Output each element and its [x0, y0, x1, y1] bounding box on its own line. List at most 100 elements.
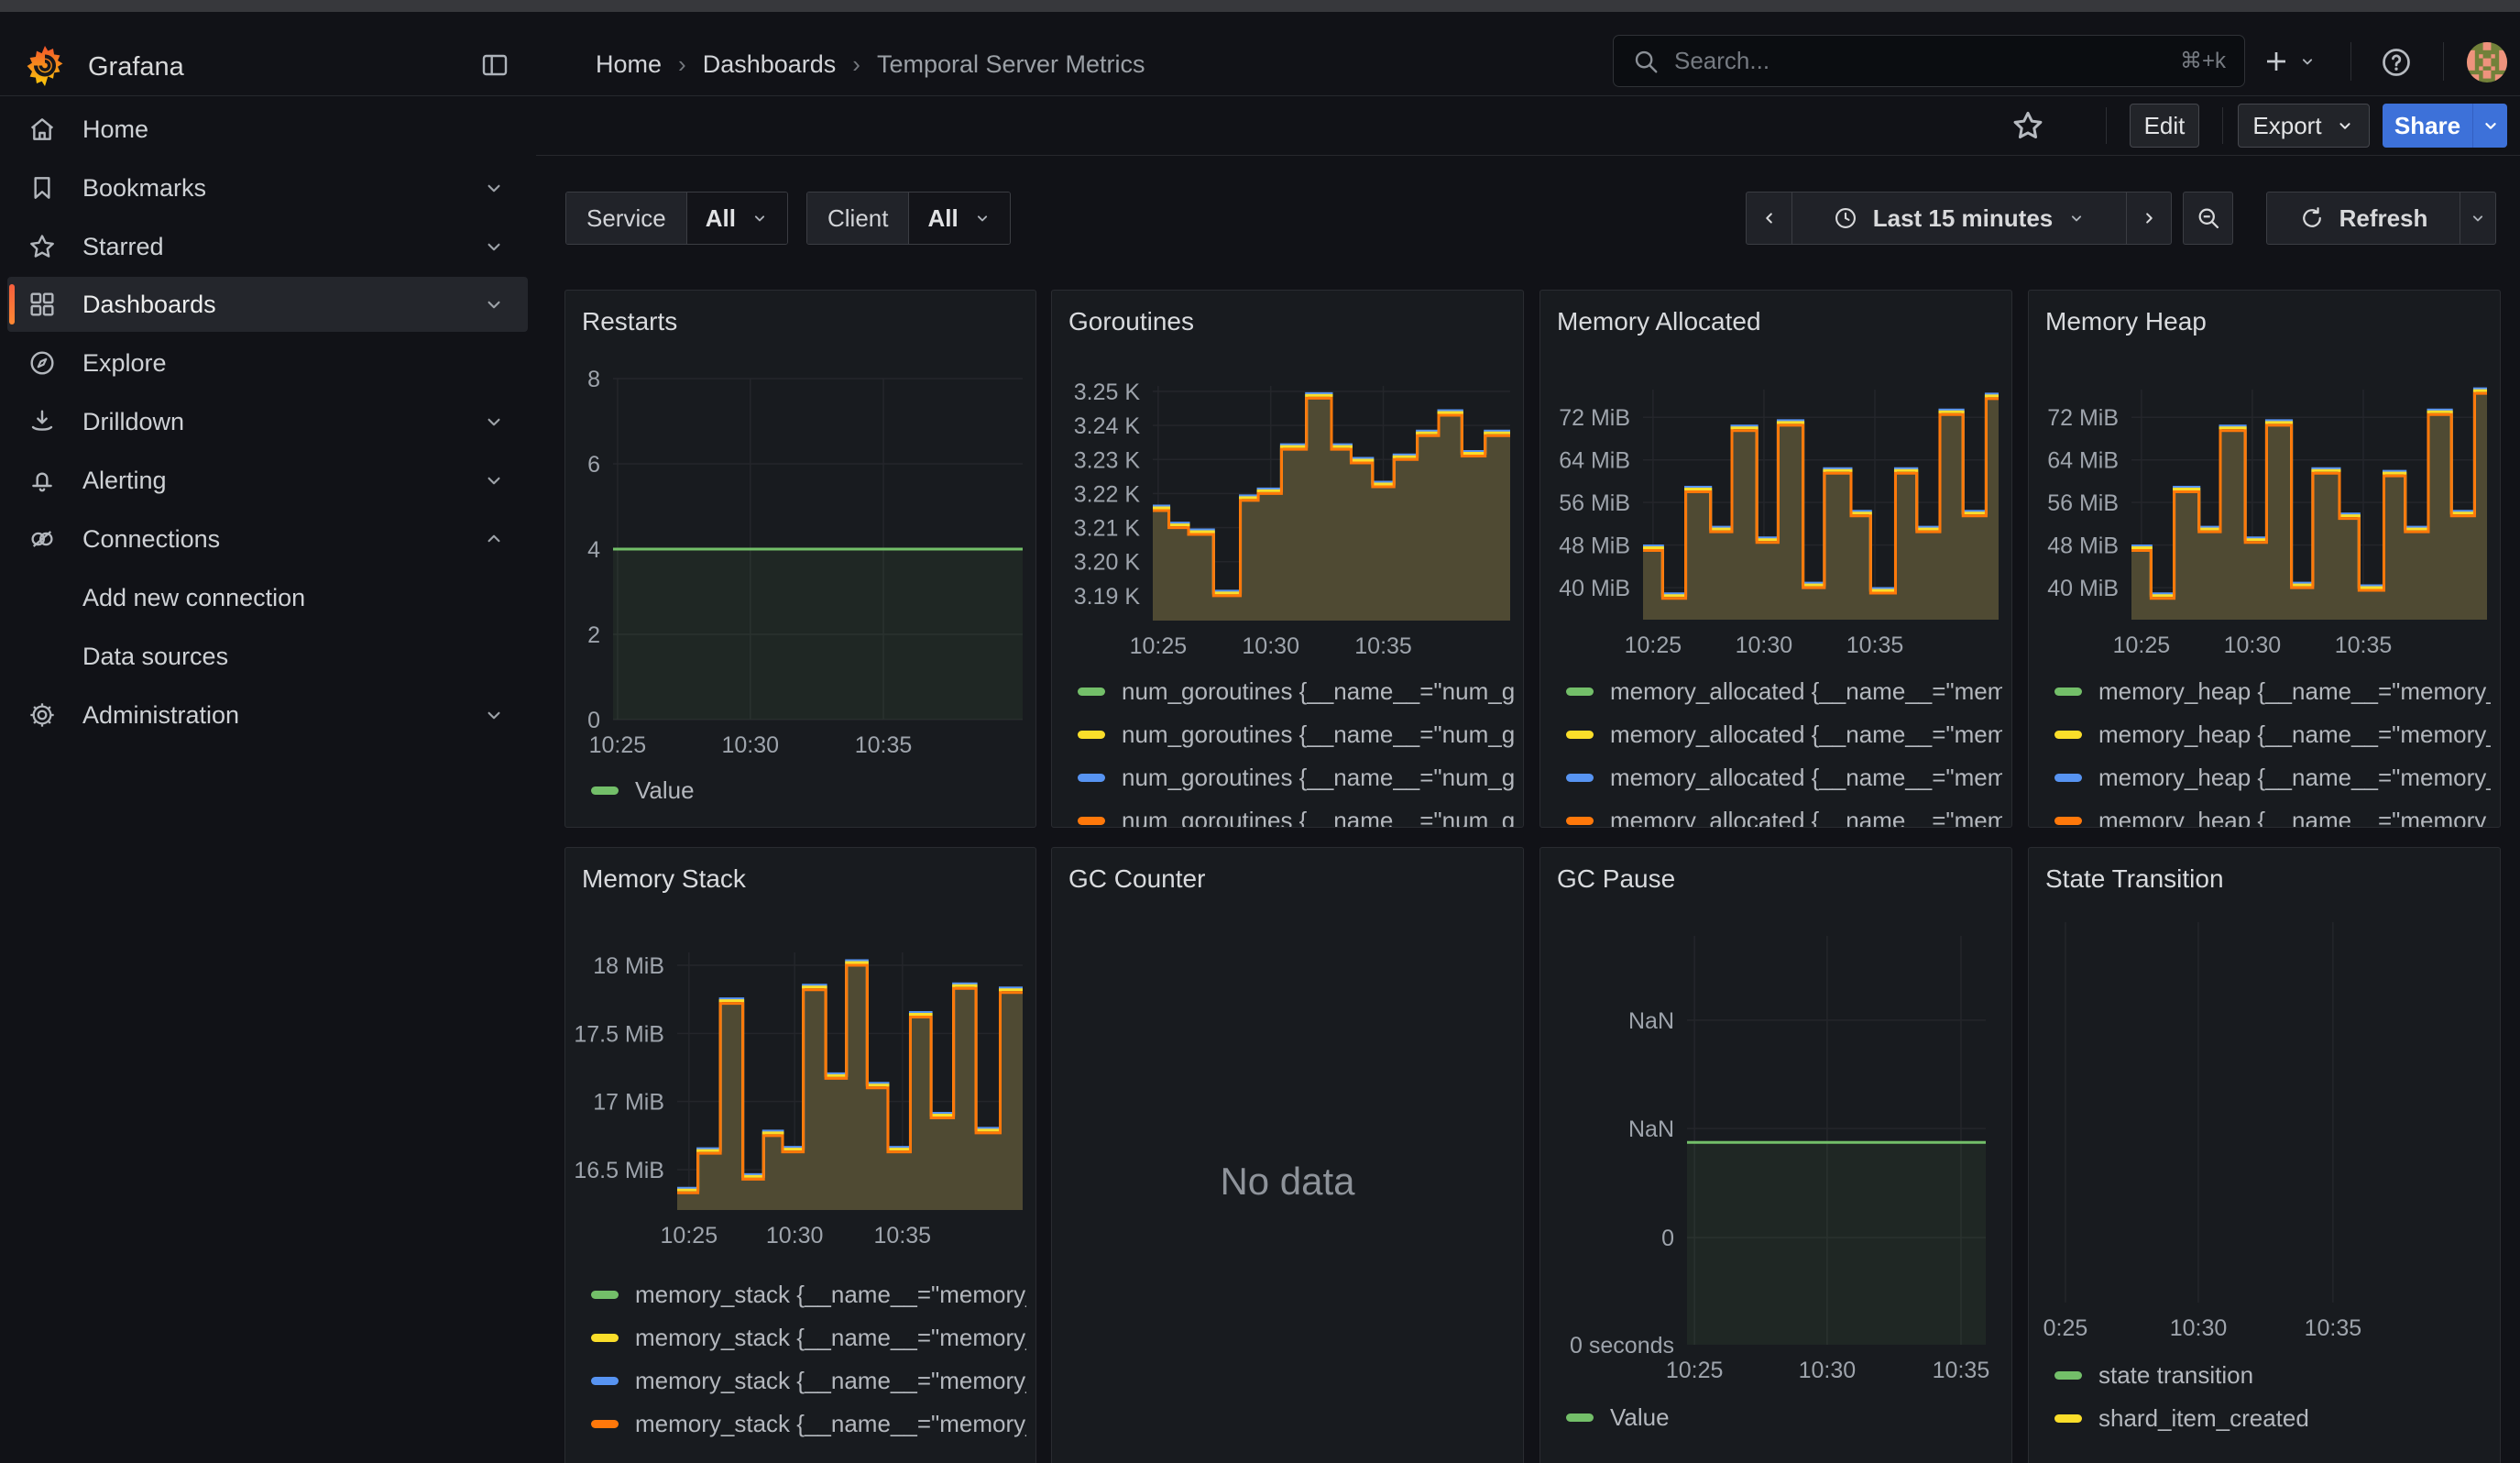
- share-button[interactable]: Share: [2383, 104, 2507, 148]
- chevron-down-icon[interactable]: [482, 292, 506, 316]
- search-input[interactable]: Search... ⌘+k: [1613, 35, 2245, 87]
- sidebar-item-add-new-connection[interactable]: Add new connection: [7, 570, 528, 625]
- sidebar-toggle-icon[interactable]: [478, 50, 511, 80]
- edit-button[interactable]: Edit: [2130, 104, 2199, 148]
- restarts-chart[interactable]: 8642010:2510:3010:35: [565, 291, 1036, 828]
- zoom-out-button[interactable]: [2183, 192, 2233, 245]
- svg-text:10:25: 10:25: [661, 1223, 718, 1248]
- sidebar-item-data-sources[interactable]: Data sources: [7, 629, 528, 684]
- service-filter-dropdown[interactable]: All: [687, 192, 787, 244]
- legend-label: num_goroutines {__name__="num_go: [1122, 720, 1514, 749]
- panel-title[interactable]: Memory Heap: [2045, 307, 2207, 336]
- sidebar-item-label: Data sources: [82, 643, 228, 671]
- legend-item[interactable]: memory_heap {__name__="memory_h: [2054, 670, 2491, 713]
- panel-goroutines: 3.25 K3.24 K3.23 K3.22 K3.21 K3.20 K3.19…: [1051, 290, 1524, 828]
- svg-text:10:25: 10:25: [2113, 632, 2171, 658]
- time-forward-button[interactable]: [2126, 192, 2172, 245]
- plus-icon: [2262, 47, 2291, 76]
- time-range-label: Last 15 minutes: [1873, 204, 2054, 233]
- svg-text:18 MiB: 18 MiB: [593, 953, 664, 979]
- grafana-logo-icon[interactable]: [24, 45, 66, 87]
- legend-item[interactable]: memory_stack {__name__="memory_s: [591, 1402, 1026, 1446]
- chevron-up-icon[interactable]: [482, 527, 506, 551]
- chevron-down-icon[interactable]: [482, 468, 506, 492]
- legend-item[interactable]: memory_stack {__name__="memory_s: [591, 1273, 1026, 1316]
- sidebar-item-drilldown[interactable]: Drilldown: [7, 394, 528, 449]
- panel-title[interactable]: GC Pause: [1557, 864, 1675, 894]
- chevron-down-icon[interactable]: [482, 410, 506, 434]
- add-menu-button[interactable]: [2262, 47, 2317, 76]
- legend-item[interactable]: memory_heap {__name__="memory_h: [2054, 756, 2491, 799]
- legend-item[interactable]: shard_item_created: [2054, 1397, 2491, 1440]
- sidebar-item-label: Drilldown: [82, 408, 184, 436]
- breadcrumb-dashboards[interactable]: Dashboards: [703, 50, 837, 79]
- chevron-down-icon[interactable]: [482, 235, 506, 258]
- legend-item[interactable]: memory_allocated {__name__="memo: [1566, 799, 2002, 828]
- sidebar-item-label: Connections: [82, 525, 220, 554]
- sidebar-item-starred[interactable]: Starred: [7, 219, 528, 274]
- legend-item[interactable]: memory_allocated {__name__="memo: [1566, 670, 2002, 713]
- svg-text:3.22 K: 3.22 K: [1074, 481, 1141, 507]
- no-data-message: No data: [1052, 1160, 1523, 1204]
- panel-title[interactable]: GC Counter: [1068, 864, 1205, 894]
- favorite-star-icon[interactable]: [2011, 108, 2045, 143]
- legend-item[interactable]: memory_heap {__name__="memory_h: [2054, 799, 2491, 828]
- legend-item[interactable]: memory_heap {__name__="memory_h: [2054, 713, 2491, 756]
- sidebar-item-alerting[interactable]: Alerting: [7, 453, 528, 508]
- refresh-interval-dropdown[interactable]: [2460, 192, 2496, 245]
- export-button[interactable]: Export: [2238, 104, 2370, 148]
- svg-text:48 MiB: 48 MiB: [2047, 534, 2119, 559]
- legend-item[interactable]: num_goroutines {__name__="num_go: [1078, 756, 1514, 799]
- sidebar-item-bookmarks[interactable]: Bookmarks: [7, 160, 528, 215]
- legend-color-pill: [1078, 774, 1105, 782]
- legend-item[interactable]: memory_allocated {__name__="memo: [1566, 756, 2002, 799]
- sidebar-item-administration[interactable]: Administration: [7, 688, 528, 742]
- chevron-down-icon[interactable]: [482, 176, 506, 200]
- svg-text:10:30: 10:30: [2170, 1315, 2228, 1341]
- panel-title[interactable]: State Transition: [2045, 864, 2224, 894]
- active-indicator: [9, 284, 15, 324]
- bookmark-icon: [27, 173, 57, 203]
- legend-item[interactable]: Value: [1566, 1396, 2002, 1439]
- legend-item[interactable]: memory_allocated {__name__="memo: [1566, 713, 2002, 756]
- legend-color-pill: [2054, 774, 2082, 782]
- client-filter-dropdown[interactable]: All: [909, 192, 1009, 244]
- time-range-picker[interactable]: Last 15 minutes: [1792, 192, 2126, 245]
- panel-title[interactable]: Memory Stack: [582, 864, 746, 894]
- sidebar-item-connections[interactable]: Connections: [7, 512, 528, 566]
- svg-text:10:35: 10:35: [874, 1223, 932, 1248]
- legend-label: memory_heap {__name__="memory_h: [2098, 764, 2491, 792]
- sidebar-item-explore[interactable]: Explore: [7, 336, 528, 390]
- legend-item[interactable]: memory_stack {__name__="memory_s: [591, 1316, 1026, 1359]
- panel-title[interactable]: Memory Allocated: [1557, 307, 1761, 336]
- share-menu-button[interactable]: [2472, 104, 2507, 148]
- legend-item[interactable]: state transition: [2054, 1354, 2491, 1397]
- time-back-button[interactable]: [1746, 192, 1792, 245]
- legend: Value: [1566, 1396, 2002, 1439]
- compass-icon: [27, 348, 57, 378]
- legend-item[interactable]: num_goroutines {__name__="num_go: [1078, 670, 1514, 713]
- chevron-left-icon: [1759, 208, 1780, 228]
- sidebar-item-home[interactable]: Home: [7, 102, 528, 157]
- legend-item[interactable]: memory_stack {__name__="memory_s: [591, 1359, 1026, 1402]
- avatar[interactable]: [2467, 42, 2507, 82]
- legend-item[interactable]: num_goroutines {__name__="num_go: [1078, 713, 1514, 756]
- gc-pause-chart[interactable]: NaNNaN00 seconds10:2510:3010:35: [1540, 848, 2012, 1463]
- breadcrumb-home[interactable]: Home: [596, 50, 662, 79]
- chevron-down-icon[interactable]: [482, 703, 506, 727]
- breadcrumb-separator: ›: [852, 50, 860, 79]
- panel-title[interactable]: Goroutines: [1068, 307, 1194, 336]
- legend-color-pill: [591, 1291, 619, 1299]
- legend-item[interactable]: num_goroutines {__name__="num_go: [1078, 799, 1514, 828]
- legend-label: memory_stack {__name__="memory_s: [635, 1281, 1026, 1309]
- divider: [2106, 107, 2107, 144]
- panel-state-transition: 0:2510:3010:35 State Transition state tr…: [2028, 847, 2501, 1463]
- legend-item[interactable]: Value: [591, 769, 1026, 812]
- sidebar-item-dashboards[interactable]: Dashboards: [7, 277, 528, 332]
- grid-icon: [27, 290, 57, 319]
- client-filter: Client All: [806, 192, 1011, 245]
- legend-color-pill: [1566, 731, 1594, 739]
- panel-title[interactable]: Restarts: [582, 307, 677, 336]
- refresh-button[interactable]: Refresh: [2266, 192, 2460, 245]
- help-icon[interactable]: [2380, 46, 2413, 79]
